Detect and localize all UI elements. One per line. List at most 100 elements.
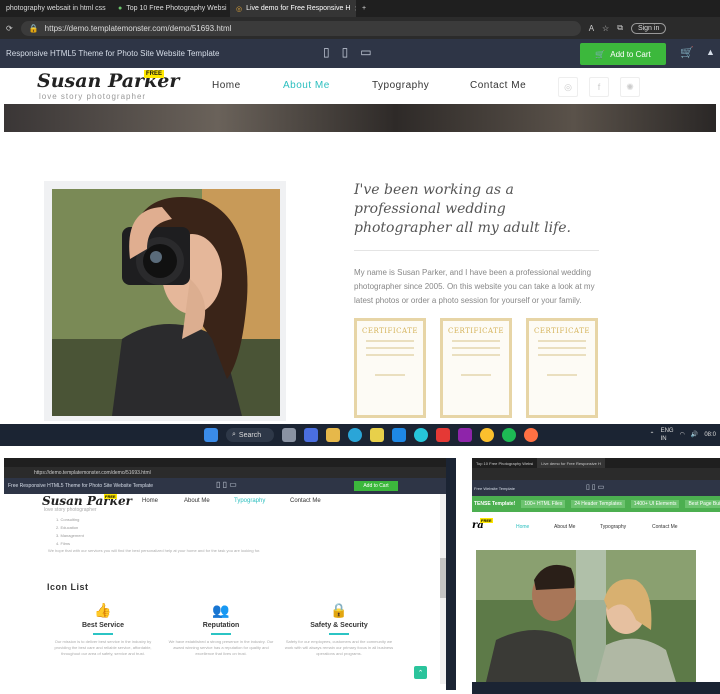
browser-tab[interactable]: ●Top 10 Free Photography Websi✕ bbox=[112, 0, 230, 17]
add-to-cart-label: Add to Cart bbox=[610, 49, 651, 59]
dribbble-icon[interactable]: ✺ bbox=[620, 77, 640, 97]
task-view-icon[interactable] bbox=[282, 428, 296, 442]
taskbar-search[interactable]: ⌕ Search bbox=[226, 428, 274, 442]
feature-best-service: 👍 Best Service Our mission is to deliver… bbox=[48, 602, 158, 657]
add-to-cart-button[interactable]: 🛒 Add to Cart bbox=[580, 43, 666, 65]
feature-description: Safety for our employees, customers and … bbox=[284, 639, 394, 656]
collapse-icon[interactable]: ▲ bbox=[706, 47, 715, 57]
file-explorer-icon[interactable] bbox=[326, 428, 340, 442]
browser-tab-strip: Top 10 Free Photography Websi Live demo … bbox=[472, 458, 720, 468]
nav-typography[interactable]: Typography bbox=[234, 498, 265, 504]
sign-in-button[interactable]: Sign in bbox=[630, 22, 667, 34]
hero-image-strip bbox=[4, 104, 716, 132]
site-logo[interactable]: Susan Parker bbox=[42, 494, 132, 508]
url-text: https://demo.templatemonster.com/demo/51… bbox=[44, 23, 232, 33]
nav-home[interactable]: Home bbox=[516, 524, 529, 530]
windows-taskbar bbox=[472, 682, 720, 694]
nav-contact-me[interactable]: Contact Me bbox=[652, 524, 678, 530]
site-tagline: love story photographer bbox=[39, 92, 147, 101]
facebook-icon[interactable]: f bbox=[589, 77, 609, 97]
certificate-image: CERTIFICATE bbox=[354, 318, 426, 418]
device-switcher[interactable]: ▯ ▯ ▭ bbox=[216, 480, 237, 489]
nav-about-me[interactable]: About Me bbox=[283, 80, 330, 91]
main-browser-screenshot: photography websait in html css ● Top 10 … bbox=[0, 0, 720, 446]
lock-icon: 🔒 bbox=[330, 602, 348, 618]
browser-tab[interactable]: Top 10 Free Photography Websi bbox=[472, 461, 537, 466]
template-monster-bar: Responsive HTML5 Theme for Photo Site We… bbox=[0, 39, 720, 68]
divider bbox=[354, 250, 599, 251]
feature-reputation: 👥 Reputation We have established a stron… bbox=[166, 602, 276, 657]
language-indicator[interactable]: ENG IN bbox=[661, 427, 674, 443]
browser-sidebar bbox=[446, 458, 456, 690]
device-switcher[interactable]: ▯ ▯ ▭ bbox=[586, 483, 604, 491]
volume-icon[interactable]: 🔊 bbox=[691, 431, 698, 439]
list-item: 2. Education bbox=[56, 525, 79, 530]
app-icon[interactable] bbox=[524, 428, 538, 442]
read-aloud-icon[interactable]: A bbox=[589, 24, 594, 33]
cart-icon[interactable]: 🛒 bbox=[680, 46, 694, 59]
collections-icon[interactable]: ⧉ bbox=[617, 23, 623, 33]
thumbs-up-icon: 👍 bbox=[94, 602, 112, 618]
language-code: ENG bbox=[660, 428, 674, 434]
spotify-icon[interactable] bbox=[502, 428, 516, 442]
nav-typography[interactable]: Typography bbox=[372, 80, 429, 91]
windows-taskbar: ⌕ Search ⌃ ENG IN ◠ 🔊 08:0 bbox=[0, 424, 720, 446]
list-item: 4. Films bbox=[56, 541, 71, 546]
browser-tab-active[interactable]: Live demo for Free Responsive H bbox=[537, 458, 605, 468]
browser-tab[interactable]: photography websait in html css bbox=[0, 0, 112, 17]
instagram-icon[interactable]: ◎ bbox=[558, 77, 578, 97]
chrome-icon[interactable] bbox=[480, 428, 494, 442]
promo-item: 24 Header Templates bbox=[571, 500, 625, 508]
mobile-icon[interactable]: ▯ bbox=[323, 45, 330, 59]
desktop-icon[interactable]: ▭ bbox=[360, 45, 371, 59]
scroll-to-top-button[interactable]: ⌃ bbox=[414, 666, 427, 679]
clock[interactable]: 08:0 bbox=[704, 431, 716, 439]
ordered-list: 1. Consulting 2. Education 3. Management… bbox=[56, 516, 84, 548]
certificate-title: CERTIFICATE bbox=[448, 327, 504, 335]
address-bar-row: ⟳ 🔒 https://demo.templatemonster.com/demo… bbox=[0, 17, 720, 39]
list-item: 1. Consulting bbox=[56, 517, 80, 522]
app-icon[interactable] bbox=[436, 428, 450, 442]
search-icon: ⌕ bbox=[232, 431, 236, 438]
nav-home[interactable]: Home bbox=[212, 80, 241, 91]
url-text[interactable]: https://demo.templatemonster.com/demo/51… bbox=[34, 470, 151, 476]
app-icon[interactable] bbox=[458, 428, 472, 442]
template-monster-bar: Free Website Template ▯ ▯ ▭ bbox=[472, 480, 720, 496]
app-icon[interactable] bbox=[392, 428, 406, 442]
nav-typography[interactable]: Typography bbox=[600, 524, 626, 530]
tab-favicon-icon: ◎ bbox=[236, 5, 243, 13]
body-text: We hope that with our services you will … bbox=[48, 548, 261, 553]
add-to-cart-button[interactable]: Add to Cart bbox=[354, 481, 398, 491]
chat-icon[interactable] bbox=[304, 428, 318, 442]
nav-about-me[interactable]: About Me bbox=[184, 498, 210, 504]
free-badge: FREE bbox=[480, 518, 493, 523]
promo-item: 100+ HTML Files bbox=[521, 500, 566, 508]
nav-about-me[interactable]: About Me bbox=[554, 524, 575, 530]
about-quote: I've been working as a professional wedd… bbox=[354, 182, 572, 236]
address-bar-row: https://demo.templatemonster.com/demo/51… bbox=[4, 467, 456, 478]
wifi-icon[interactable]: ◠ bbox=[680, 431, 685, 439]
tab-label: Live demo for Free Responsive H bbox=[246, 5, 351, 12]
nav-home[interactable]: Home bbox=[142, 498, 158, 504]
nav-contact-me[interactable]: Contact Me bbox=[470, 80, 526, 91]
cart-icon: 🛒 bbox=[595, 49, 606, 59]
chevron-up-icon[interactable]: ⌃ bbox=[650, 431, 655, 439]
users-icon: 👥 bbox=[212, 602, 230, 618]
back-icon[interactable]: ⟳ bbox=[6, 24, 13, 33]
template-title: Free Responsive HTML5 Theme for Photo Si… bbox=[8, 483, 154, 489]
app-icon[interactable] bbox=[414, 428, 428, 442]
edge-icon[interactable] bbox=[348, 428, 362, 442]
new-tab-button[interactable]: + bbox=[356, 0, 372, 17]
nav-contact-me[interactable]: Contact Me bbox=[290, 498, 321, 504]
taskbar-search-label: Search bbox=[238, 431, 262, 439]
url-field[interactable]: 🔒 https://demo.templatemonster.com/demo/5… bbox=[20, 20, 581, 36]
windows-start-icon[interactable] bbox=[204, 428, 218, 442]
browser-tab-active[interactable]: ◎Live demo for Free Responsive H✕ bbox=[230, 0, 356, 17]
feature-safety-security: 🔒 Safety & Security Safety for our emplo… bbox=[284, 602, 394, 657]
store-icon[interactable] bbox=[370, 428, 384, 442]
promo-banner[interactable]: TENSE Template! 100+ HTML Files 24 Heade… bbox=[472, 496, 720, 512]
lock-icon: 🔒 bbox=[28, 23, 39, 33]
favorites-icon[interactable]: ☆ bbox=[602, 24, 609, 33]
tab-favicon-icon: ● bbox=[118, 5, 123, 12]
tablet-icon[interactable]: ▯ bbox=[342, 45, 349, 59]
